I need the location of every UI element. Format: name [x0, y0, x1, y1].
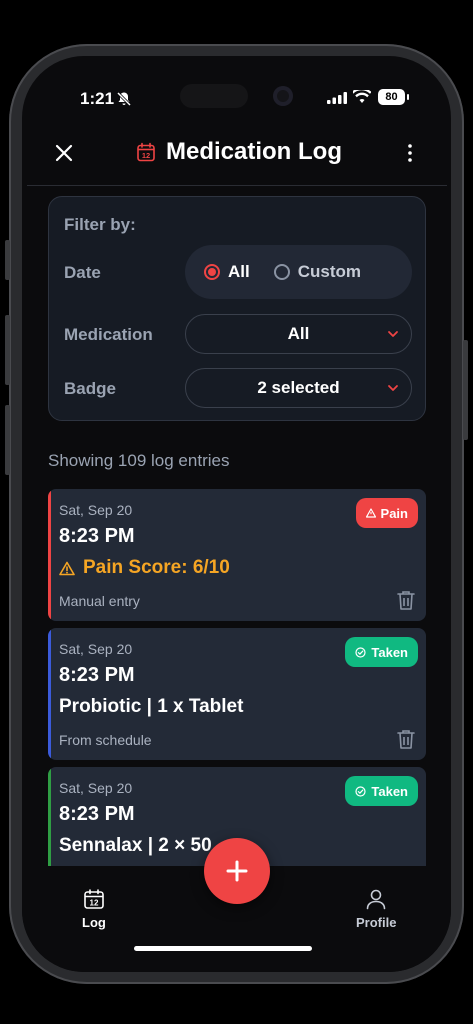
filter-panel: Filter by: Date All Custom Medication Al… — [48, 196, 426, 421]
nav-item-profile-label: Profile — [356, 915, 397, 930]
log-entry[interactable]: Sat, Sep 20 8:23 PM Probiotic | 1 x Tabl… — [48, 628, 426, 760]
calendar-icon-day: 12 — [142, 151, 150, 160]
medication-filter-label: Medication — [64, 325, 153, 344]
entry-main-text: Probiotic | 1 x Tablet — [59, 696, 244, 717]
camera — [273, 86, 293, 106]
check-circle-icon — [355, 646, 366, 658]
entry-source: Manual entry — [59, 593, 140, 609]
chevron-down-icon — [388, 385, 398, 391]
chevron-down-icon — [388, 331, 398, 337]
nav-item-log-label: Log — [82, 915, 106, 930]
calendar-icon: 12 — [137, 142, 155, 162]
close-button[interactable] — [52, 141, 76, 165]
entry-time: 8:23 PM — [59, 664, 135, 686]
trash-icon[interactable] — [396, 728, 416, 750]
date-option-custom[interactable]: Custom — [273, 262, 362, 282]
entry-accent-bar — [48, 489, 51, 621]
volume-down-button — [5, 405, 10, 475]
entry-date: Sat, Sep 20 — [59, 780, 133, 796]
badge-select[interactable]: 2 selected — [185, 368, 412, 408]
bell-muted-icon — [116, 91, 132, 107]
badge-select-value: 2 selected — [257, 378, 340, 397]
entry-accent-bar — [48, 628, 51, 760]
status-time: 1:21 — [80, 89, 115, 108]
status-badge: Taken — [345, 776, 418, 806]
power-button — [463, 340, 468, 440]
battery-indicator: 80 — [378, 89, 409, 105]
wifi-icon — [353, 90, 371, 103]
entry-time: 8:23 PM — [59, 525, 135, 547]
badge-filter-label: Badge — [64, 379, 116, 398]
entry-time: 8:23 PM — [59, 803, 135, 825]
badge-label: Pain — [380, 505, 408, 521]
entry-main-text: Sennalax | 2 × 50 — [59, 835, 212, 856]
warning-icon — [59, 561, 75, 575]
trash-icon[interactable] — [396, 589, 416, 611]
entry-date: Sat, Sep 20 — [59, 502, 133, 518]
entry-main: Pain Score: 6/10 — [59, 557, 230, 579]
date-option-all-label: All — [228, 262, 250, 281]
medication-select[interactable]: All — [185, 314, 412, 354]
radio-unselected-icon — [273, 264, 290, 280]
dynamic-island — [180, 84, 248, 108]
medication-select-value: All — [287, 324, 310, 343]
volume-up-button — [5, 315, 10, 385]
entry-main: Sennalax | 2 × 50 — [59, 835, 212, 857]
date-filter-label: Date — [64, 263, 101, 282]
more-options-icon[interactable] — [402, 142, 418, 164]
nav-item-profile[interactable]: Profile — [356, 888, 396, 930]
screen: 1:21 80 12 Medication Log Filter by: Dat… — [22, 56, 451, 972]
check-circle-icon — [355, 785, 366, 797]
date-option-all[interactable]: All — [204, 262, 250, 282]
entry-main: Probiotic | 1 x Tablet — [59, 696, 243, 718]
calendar-icon-day: 12 — [89, 899, 98, 908]
entry-count-text: Showing 109 log entries — [48, 451, 230, 470]
badge-label: Taken — [371, 644, 408, 660]
header-divider — [27, 185, 447, 186]
add-entry-button[interactable] — [204, 838, 270, 904]
date-option-custom-label: Custom — [297, 262, 362, 281]
status-badge: Pain — [355, 498, 418, 528]
status-badge: Taken — [345, 637, 418, 667]
page-title: Medication Log — [166, 138, 342, 165]
entry-source: From schedule — [59, 732, 152, 748]
entry-date: Sat, Sep 20 — [59, 641, 133, 657]
badge-label: Taken — [371, 783, 408, 799]
calendar-icon: 12 — [84, 889, 104, 909]
radio-selected-icon — [204, 264, 220, 280]
plus-icon — [226, 860, 248, 882]
header-title-group: 12 Medication Log — [136, 138, 342, 166]
entry-main-text: Pain Score: 6/10 — [83, 557, 230, 578]
signal-icon — [327, 92, 347, 104]
filter-title: Filter by: — [64, 215, 136, 234]
user-icon — [366, 889, 386, 910]
mute-switch — [5, 240, 10, 280]
log-entry[interactable]: Sat, Sep 20 8:23 PM Pain Score: 6/10 Man… — [48, 489, 426, 621]
date-radio-group: All Custom — [185, 245, 412, 299]
home-indicator — [134, 946, 312, 951]
nav-item-log[interactable]: 12 Log — [82, 888, 106, 930]
warning-icon — [365, 508, 376, 518]
